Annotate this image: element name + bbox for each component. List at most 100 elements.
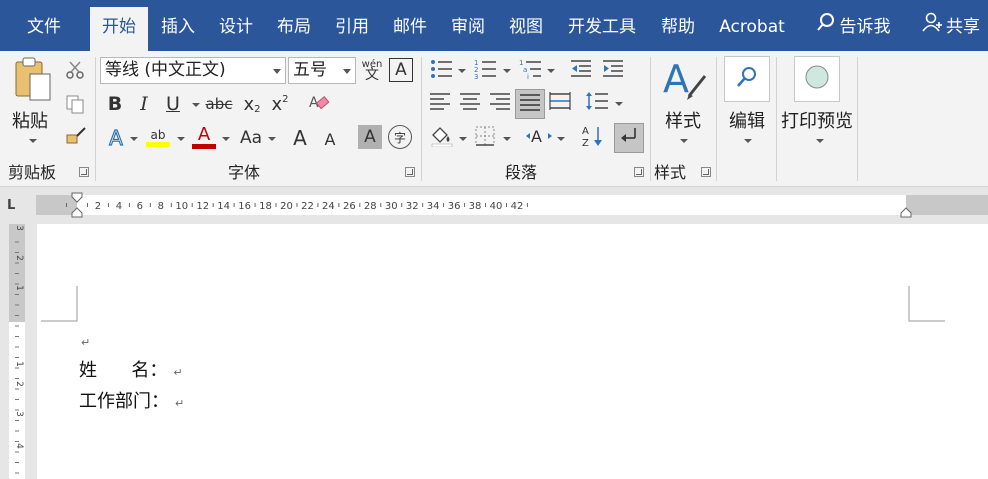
copy-icon[interactable]	[64, 93, 86, 115]
align-center-button[interactable]	[458, 91, 482, 115]
multilevel-list-button[interactable]: 1ai	[517, 59, 545, 83]
tab-help[interactable]: 帮助	[650, 7, 706, 51]
cut-icon[interactable]	[64, 59, 86, 81]
chevron-down-icon	[273, 69, 281, 74]
svg-text:A: A	[531, 127, 542, 146]
font-size-combo[interactable]: 五号	[288, 57, 356, 84]
tab-home[interactable]: 开始	[90, 7, 148, 51]
tab-layout[interactable]: 布局	[266, 7, 322, 51]
tab-references[interactable]: 引用	[324, 7, 380, 51]
editing-label[interactable]: 编辑	[729, 107, 765, 133]
font-name-combo[interactable]: 等线 (中文正文)	[100, 57, 286, 84]
horizontal-ruler-area: L 2 4 6 8 10 12 14 16 18 20 22 24 26 28 30 32 34 36 38 40 42	[0, 188, 988, 224]
strikethrough-button[interactable]: abc	[204, 91, 234, 117]
align-right-button[interactable]	[488, 91, 512, 115]
sort-icon: AZ	[581, 124, 605, 152]
paste-label[interactable]: 粘贴	[12, 107, 48, 133]
borders-dropdown-icon[interactable]	[503, 137, 511, 141]
numbering-button[interactable]: 123	[472, 59, 500, 83]
tab-design[interactable]: 设计	[208, 7, 264, 51]
clipboard-launcher-icon[interactable]	[79, 167, 89, 177]
print-preview-button[interactable]	[794, 56, 840, 102]
ruler-label: 18	[259, 201, 272, 212]
paragraph-launcher-icon[interactable]	[634, 167, 644, 177]
superscript-button[interactable]: x2	[268, 91, 292, 117]
group-divider	[650, 57, 651, 181]
text-effects-dropdown-icon[interactable]	[130, 137, 138, 141]
sort-button[interactable]: AZ	[580, 125, 606, 151]
ruler-label: 6	[137, 201, 143, 212]
font-color-dropdown-icon[interactable]	[222, 137, 230, 141]
styles-dropdown-icon[interactable]	[680, 139, 688, 143]
distributed-button[interactable]	[548, 91, 572, 115]
enclose-characters-button[interactable]: 字	[388, 125, 412, 149]
line-spacing-button[interactable]	[584, 91, 610, 115]
tab-insert[interactable]: 插入	[150, 7, 206, 51]
tab-review[interactable]: 审阅	[440, 7, 496, 51]
paste-dropdown-icon[interactable]	[29, 139, 37, 143]
ruler-label: 16	[238, 201, 251, 212]
borders-button[interactable]	[472, 125, 498, 151]
highlight-dropdown-icon[interactable]	[177, 137, 185, 141]
change-case-button[interactable]: Aa	[236, 125, 266, 151]
increase-indent-button[interactable]	[600, 59, 626, 83]
editing-button[interactable]	[724, 56, 770, 102]
tab-file[interactable]: 文件	[16, 7, 72, 51]
text-effects-button[interactable]: A	[104, 125, 128, 151]
styles-label[interactable]: 样式	[665, 107, 701, 133]
document-page[interactable]: ↵ 姓 名： ↵ 工作部门： ↵	[37, 224, 988, 479]
group-divider	[716, 57, 717, 181]
show-marks-button[interactable]	[614, 123, 644, 153]
styles-launcher-icon[interactable]	[701, 167, 711, 177]
paste-button[interactable]	[10, 57, 56, 107]
bullets-button[interactable]	[428, 59, 456, 83]
search-icon	[816, 7, 836, 47]
tell-me-box[interactable]: 告诉我	[806, 7, 900, 51]
underline-button[interactable]: U	[162, 91, 184, 117]
shrink-font-button[interactable]: A	[318, 127, 342, 151]
bullets-dropdown-icon[interactable]	[458, 69, 466, 73]
tab-selector[interactable]: L	[7, 198, 15, 213]
highlight-button[interactable]: ab	[144, 123, 172, 151]
justify-button[interactable]	[515, 89, 545, 119]
shading-dropdown-icon[interactable]	[459, 137, 467, 141]
clear-formatting-button[interactable]: A	[306, 91, 332, 117]
phonetic-guide-button[interactable]: wén 文	[359, 56, 385, 84]
print-preview-dropdown-icon[interactable]	[816, 139, 824, 143]
paragraph-mark: ↵	[175, 397, 185, 410]
asian-layout-button[interactable]: A	[524, 125, 554, 151]
share-button[interactable]: 共享	[922, 7, 988, 51]
numbering-dropdown-icon[interactable]	[503, 69, 511, 73]
underline-dropdown-icon[interactable]	[192, 103, 200, 107]
print-preview-label[interactable]: 打印预览	[781, 107, 853, 133]
font-launcher-icon[interactable]	[405, 167, 415, 177]
subscript-button[interactable]: x2	[240, 91, 264, 117]
format-painter-icon[interactable]	[64, 125, 88, 147]
styles-gallery-button[interactable]: A	[660, 57, 708, 105]
tab-developer[interactable]: 开发工具	[556, 7, 648, 51]
tab-acrobat[interactable]: Acrobat	[712, 7, 792, 51]
distributed-icon	[549, 91, 571, 115]
ruler-label: 2	[95, 201, 101, 212]
multilevel-dropdown-icon[interactable]	[547, 69, 555, 73]
vertical-ruler[interactable]: 3 2 1 1 2 3 4	[5, 224, 27, 479]
line-spacing-dropdown-icon[interactable]	[615, 102, 623, 106]
ruler-label: 28	[364, 201, 377, 212]
asian-layout-dropdown-icon[interactable]	[557, 137, 565, 141]
editing-dropdown-icon[interactable]	[744, 139, 752, 143]
tab-mailings[interactable]: 邮件	[382, 7, 438, 51]
horizontal-ruler[interactable]: 2 4 6 8 10 12 14 16 18 20 22 24 26 28 30 32 34 36 38 40 42	[36, 191, 988, 221]
tab-view[interactable]: 视图	[498, 7, 554, 51]
character-shading-button[interactable]: A	[358, 125, 382, 149]
shading-button[interactable]	[428, 125, 456, 151]
vertical-ruler-area: 3 2 1 1 2 3 4	[0, 224, 33, 479]
change-case-dropdown-icon[interactable]	[268, 137, 276, 141]
align-left-button[interactable]	[428, 91, 452, 115]
grow-font-button[interactable]: A	[288, 125, 312, 151]
font-color-button[interactable]: A	[190, 123, 218, 151]
italic-button[interactable]: I	[133, 91, 155, 117]
character-border-button[interactable]: A	[389, 58, 413, 82]
decrease-indent-button[interactable]	[568, 59, 594, 83]
bold-button[interactable]: B	[104, 91, 126, 117]
ruler-label: 20	[280, 201, 293, 212]
